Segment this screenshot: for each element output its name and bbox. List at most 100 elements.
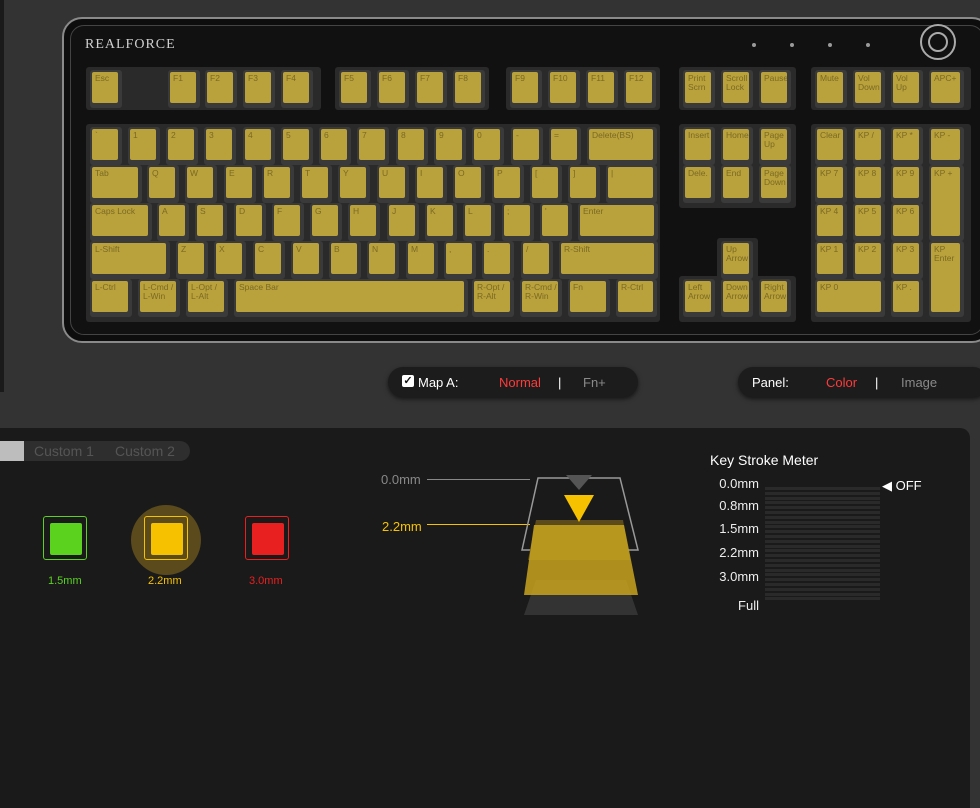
key[interactable]: Q (147, 165, 179, 203)
key[interactable]: J (387, 203, 419, 241)
key[interactable]: ' (540, 203, 572, 241)
key[interactable]: Pause (759, 70, 791, 108)
key[interactable]: F1 (168, 70, 200, 108)
key[interactable]: Dele. (683, 165, 715, 203)
key[interactable]: D (234, 203, 266, 241)
key[interactable]: [ (530, 165, 562, 203)
key[interactable]: Vol Up (891, 70, 923, 108)
key[interactable]: 0 (472, 127, 504, 165)
key[interactable]: U (377, 165, 409, 203)
key[interactable]: , (444, 241, 476, 279)
key[interactable]: Clear (815, 127, 847, 165)
key[interactable]: - (511, 127, 543, 165)
tab-active[interactable] (0, 441, 24, 461)
key[interactable]: Insert (683, 127, 715, 165)
key[interactable]: Home (721, 127, 753, 165)
key[interactable]: KP Enter (929, 241, 964, 317)
key[interactable]: 5 (281, 127, 313, 165)
key[interactable]: Vol Down (853, 70, 885, 108)
map-normal-option[interactable]: Normal (499, 375, 541, 390)
key[interactable]: Right Arrow (759, 279, 791, 317)
key[interactable]: I (415, 165, 447, 203)
key[interactable]: / (521, 241, 553, 279)
key[interactable]: X (214, 241, 246, 279)
key[interactable]: ; (502, 203, 534, 241)
key[interactable]: End (721, 165, 753, 203)
key[interactable]: . (482, 241, 514, 279)
key[interactable]: Caps Lock (90, 203, 152, 241)
key[interactable]: ` (90, 127, 122, 165)
key[interactable]: KP / (853, 127, 885, 165)
key[interactable]: 1 (128, 127, 160, 165)
key[interactable]: 7 (357, 127, 389, 165)
key[interactable]: F (272, 203, 304, 241)
key[interactable]: | (606, 165, 657, 203)
key[interactable]: F9 (510, 70, 542, 108)
key[interactable]: KP * (891, 127, 923, 165)
key[interactable]: ] (568, 165, 600, 203)
key[interactable]: L (463, 203, 495, 241)
tab-custom-2[interactable]: Custom 2 (115, 443, 175, 459)
key[interactable]: Z (176, 241, 208, 279)
key[interactable]: Tab (90, 165, 142, 203)
key[interactable]: = (549, 127, 581, 165)
key[interactable]: P (492, 165, 524, 203)
key[interactable]: R (262, 165, 294, 203)
key[interactable]: Y (338, 165, 370, 203)
key[interactable]: 6 (319, 127, 351, 165)
key[interactable]: F8 (453, 70, 485, 108)
key[interactable]: S (195, 203, 227, 241)
map-fn-option[interactable]: Fn+ (583, 375, 606, 390)
key[interactable]: Scroll Lock (721, 70, 753, 108)
key[interactable]: 4 (243, 127, 275, 165)
key[interactable]: KP 6 (891, 203, 923, 241)
key[interactable]: T (300, 165, 332, 203)
key[interactable]: Space Bar (234, 279, 468, 317)
key[interactable]: Left Arrow (683, 279, 715, 317)
key[interactable]: APC+ (929, 70, 964, 108)
swatch-1-5mm[interactable] (43, 516, 87, 560)
key[interactable]: KP 4 (815, 203, 847, 241)
key[interactable]: H (348, 203, 380, 241)
key[interactable]: 8 (396, 127, 428, 165)
key[interactable]: L-Opt / L-Alt (186, 279, 228, 317)
key[interactable]: F2 (205, 70, 237, 108)
key[interactable]: Delete(BS) (587, 127, 657, 165)
key[interactable]: KP - (929, 127, 964, 165)
key[interactable]: F5 (339, 70, 371, 108)
key[interactable]: F7 (415, 70, 447, 108)
key[interactable]: KP 1 (815, 241, 847, 279)
key[interactable]: K (425, 203, 457, 241)
key[interactable]: 9 (434, 127, 466, 165)
key[interactable]: R-Ctrl (616, 279, 657, 317)
key[interactable]: F4 (281, 70, 313, 108)
key[interactable]: L-Ctrl (90, 279, 132, 317)
key[interactable]: R-Opt / R-Alt (472, 279, 514, 317)
key[interactable]: F12 (624, 70, 656, 108)
key[interactable]: G (310, 203, 342, 241)
key[interactable]: V (291, 241, 323, 279)
key[interactable]: 2 (166, 127, 198, 165)
key[interactable]: R-Cmd / R-Win (520, 279, 562, 317)
panel-color-option[interactable]: Color (826, 375, 857, 390)
key[interactable]: C (253, 241, 285, 279)
key[interactable]: F11 (586, 70, 618, 108)
key[interactable]: R-Shift (559, 241, 658, 279)
key[interactable]: Esc (90, 70, 122, 108)
key[interactable]: F10 (548, 70, 580, 108)
key[interactable]: M (406, 241, 438, 279)
key[interactable]: KP 9 (891, 165, 923, 203)
key[interactable]: L-Shift (90, 241, 170, 279)
key[interactable]: Up Arrow (721, 241, 753, 279)
key[interactable]: Print Scrn (683, 70, 715, 108)
tab-custom-1[interactable]: Custom 1 (34, 443, 94, 459)
key[interactable]: B (329, 241, 361, 279)
key[interactable]: Enter (578, 203, 658, 241)
key[interactable]: Down Arrow (721, 279, 753, 317)
key[interactable]: O (453, 165, 485, 203)
key[interactable]: L-Cmd / L-Win (138, 279, 180, 317)
key[interactable]: KP + (929, 165, 964, 241)
key[interactable]: A (157, 203, 189, 241)
key[interactable]: KP 2 (853, 241, 885, 279)
key[interactable]: W (185, 165, 217, 203)
